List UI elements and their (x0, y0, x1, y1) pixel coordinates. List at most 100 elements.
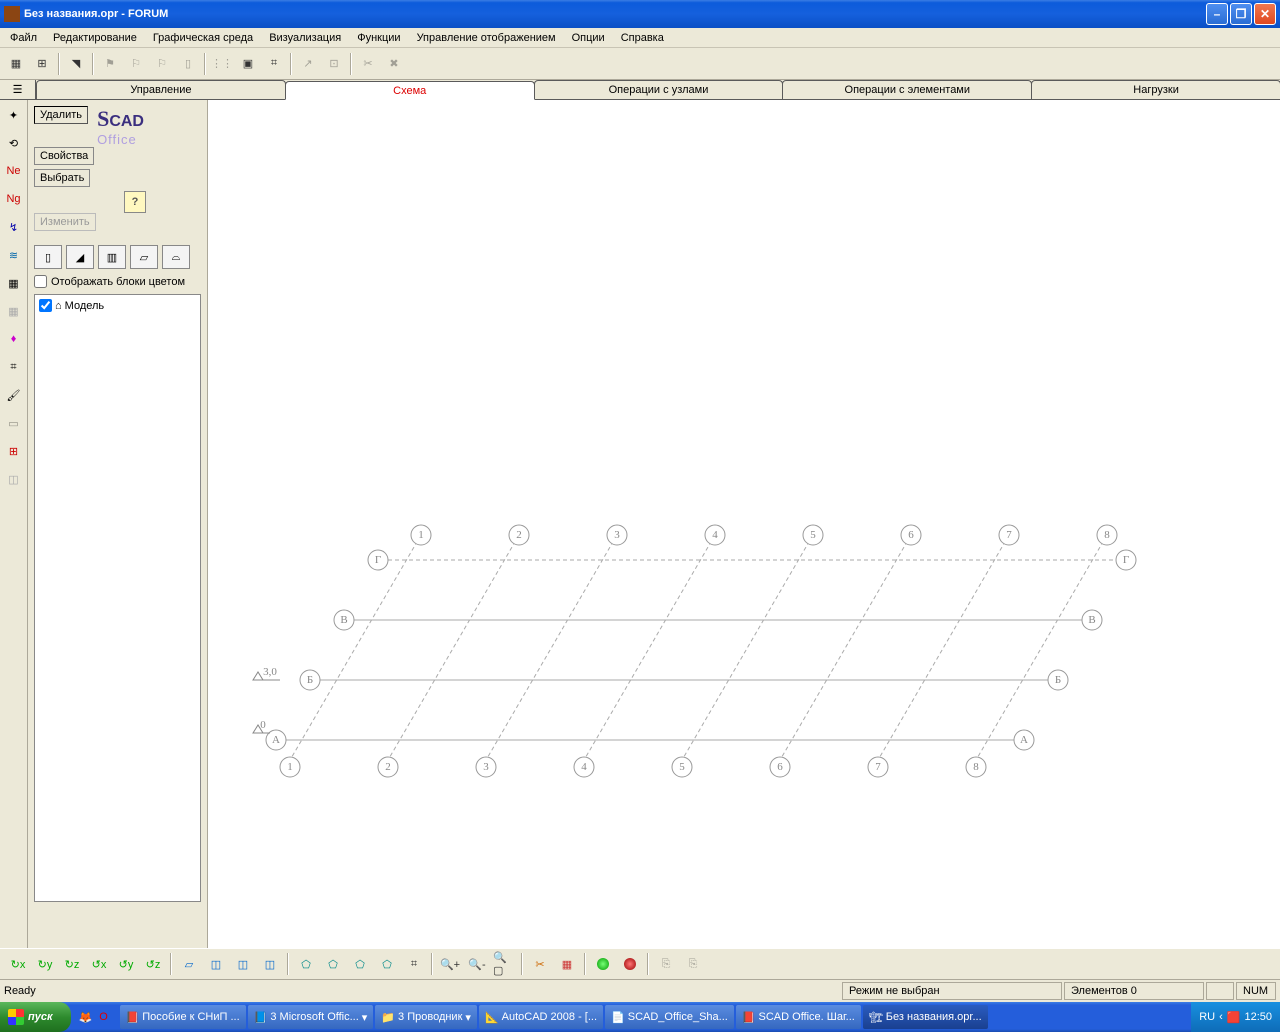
iso1-icon[interactable]: ⬠ (294, 952, 318, 976)
iso4-icon[interactable]: ⬠ (375, 952, 399, 976)
tab-control[interactable]: Управление (36, 80, 286, 99)
flag1-icon: ⚑ (98, 52, 122, 76)
t4-icon[interactable]: ↯ (3, 216, 25, 238)
color-blocks-checkbox[interactable] (34, 275, 47, 288)
tab-scheme[interactable]: Схема (285, 81, 535, 100)
close-button[interactable]: ✕ (1254, 3, 1276, 25)
help-icon[interactable]: ? (124, 191, 146, 213)
status-num: NUM (1236, 982, 1276, 1000)
grid2-icon[interactable]: ▦ (555, 952, 579, 976)
task-item-1[interactable]: 📕Пособие к СНиП ... (120, 1005, 246, 1029)
menu-graphics[interactable]: Графическая среда (147, 30, 259, 46)
props-button[interactable]: Свойства (34, 147, 94, 165)
minimize-button[interactable]: – (1206, 3, 1228, 25)
green-dot-icon[interactable] (591, 952, 615, 976)
lang-indicator[interactable]: RU (1199, 1011, 1215, 1023)
shape5-icon[interactable]: ⌓ (162, 245, 190, 269)
zoom-fit-icon[interactable]: 🔍▢ (492, 952, 516, 976)
svg-text:1: 1 (418, 529, 424, 541)
task-item-5[interactable]: 📄SCAD_Office_Sha... (605, 1005, 734, 1029)
tray-arrow-icon[interactable]: ‹ (1219, 1011, 1223, 1023)
quick-opera-icon[interactable]: O (95, 1008, 113, 1026)
task-item-2[interactable]: 📘3 Microsoft Offic...▾ (248, 1005, 374, 1029)
task-item-6[interactable]: 📕SCAD Office. Шаг... (736, 1005, 861, 1029)
quick-firefox-icon[interactable]: 🦊 (77, 1008, 95, 1026)
shape4-icon[interactable]: ▱ (130, 245, 158, 269)
cube3-icon[interactable]: ◫ (258, 952, 282, 976)
rot-z-icon[interactable]: ↻z (60, 952, 84, 976)
tab-elements[interactable]: Операции с элементами (782, 80, 1032, 99)
tree-root-node[interactable]: ⌂ Модель (39, 299, 196, 312)
shape1-icon[interactable]: ▯ (34, 245, 62, 269)
box-icon[interactable]: ▣ (236, 52, 260, 76)
menu-file[interactable]: Файл (4, 30, 43, 46)
delete-button[interactable]: Удалить (34, 106, 88, 124)
rot-y2-icon[interactable]: ↺y (114, 952, 138, 976)
t1-icon[interactable]: ⟲ (3, 132, 25, 154)
menu-display[interactable]: Управление отображением (411, 30, 562, 46)
rot-x2-icon[interactable]: ↺x (87, 952, 111, 976)
brush-icon[interactable]: 🖌 (3, 384, 25, 406)
frame-icon[interactable]: ⌗ (262, 52, 286, 76)
tree-root-check[interactable] (39, 299, 52, 312)
svg-text:7: 7 (1006, 529, 1012, 541)
t6-icon[interactable]: ▦ (3, 272, 25, 294)
t7-icon[interactable]: ▦ (3, 300, 25, 322)
task-item-7[interactable]: 🏗Без названия.opr... (863, 1005, 988, 1029)
rot-x-icon[interactable]: ↻x (6, 952, 30, 976)
arrow-icon[interactable]: ◥ (64, 52, 88, 76)
grid-icon[interactable]: ▦ (4, 52, 28, 76)
svg-text:2: 2 (385, 761, 391, 773)
model-tree[interactable]: ⌂ Модель (34, 294, 201, 902)
t8-icon[interactable]: ♦ (3, 328, 25, 350)
t5-icon[interactable]: ≋ (3, 244, 25, 266)
t11-icon[interactable]: ⊞ (3, 440, 25, 462)
window-title: Без названия.opr - FORUM (24, 8, 1206, 20)
task-item-3[interactable]: 📁3 Проводник▾ (375, 1005, 477, 1029)
shape3-icon[interactable]: ▥ (98, 245, 126, 269)
scissors-icon[interactable]: ✂ (528, 952, 552, 976)
menu-visual[interactable]: Визуализация (263, 30, 347, 46)
svg-text:Г: Г (1123, 554, 1129, 566)
rot-z2-icon[interactable]: ↺z (141, 952, 165, 976)
menu-help[interactable]: Справка (615, 30, 670, 46)
axes-icon[interactable]: ✦ (3, 104, 25, 126)
menu-options[interactable]: Опции (566, 30, 611, 46)
cube2-icon[interactable]: ◫ (231, 952, 255, 976)
select-button[interactable]: Выбрать (34, 169, 90, 187)
add-grid-icon[interactable]: ⊞ (30, 52, 54, 76)
menu-functions[interactable]: Функции (351, 30, 406, 46)
frame2-icon[interactable]: ⌗ (402, 952, 426, 976)
drawing-canvas[interactable]: 1 2 3 4 5 6 7 8 1 2 3 4 5 6 7 8 Г В Б А … (208, 100, 1280, 948)
t9-icon[interactable]: ⌗ (3, 356, 25, 378)
iso3-icon[interactable]: ⬠ (348, 952, 372, 976)
tree-toggle-icon[interactable]: ☰ (0, 80, 36, 99)
tray-icon-1[interactable]: 🟥 (1227, 1011, 1241, 1024)
maximize-button[interactable]: ❐ (1230, 3, 1252, 25)
cube1-icon[interactable]: ◫ (204, 952, 228, 976)
iso2-icon[interactable]: ⬠ (321, 952, 345, 976)
svg-text:5: 5 (679, 761, 685, 773)
t3-icon[interactable]: Ng (3, 188, 25, 210)
tab-bar: ☰ Управление Схема Операции с узлами Опе… (0, 80, 1280, 100)
eraser-icon[interactable]: ◫ (3, 468, 25, 490)
svg-text:Б: Б (1055, 674, 1061, 686)
copy1-icon: ⎘ (654, 952, 678, 976)
zoom-in-icon[interactable]: 🔍+ (438, 952, 462, 976)
rot-y-icon[interactable]: ↻y (33, 952, 57, 976)
zoom-out-icon[interactable]: 🔍- (465, 952, 489, 976)
app-icon (4, 6, 20, 22)
t2-icon[interactable]: Ne (3, 160, 25, 182)
proj-icon[interactable]: ▱ (177, 952, 201, 976)
status-ready: Ready (4, 985, 36, 997)
tab-nodes[interactable]: Операции с узлами (534, 80, 784, 99)
start-button[interactable]: пуск (0, 1002, 71, 1032)
panel-icon: ▯ (176, 52, 200, 76)
red-dot-icon[interactable] (618, 952, 642, 976)
menu-edit[interactable]: Редактирование (47, 30, 143, 46)
tray-clock[interactable]: 12:50 (1244, 1011, 1272, 1023)
shape2-icon[interactable]: ◢ (66, 245, 94, 269)
export-icon: ↗ (296, 52, 320, 76)
task-item-4[interactable]: 📐AutoCAD 2008 - [... (479, 1005, 603, 1029)
tab-loads[interactable]: Нагрузки (1031, 80, 1280, 99)
